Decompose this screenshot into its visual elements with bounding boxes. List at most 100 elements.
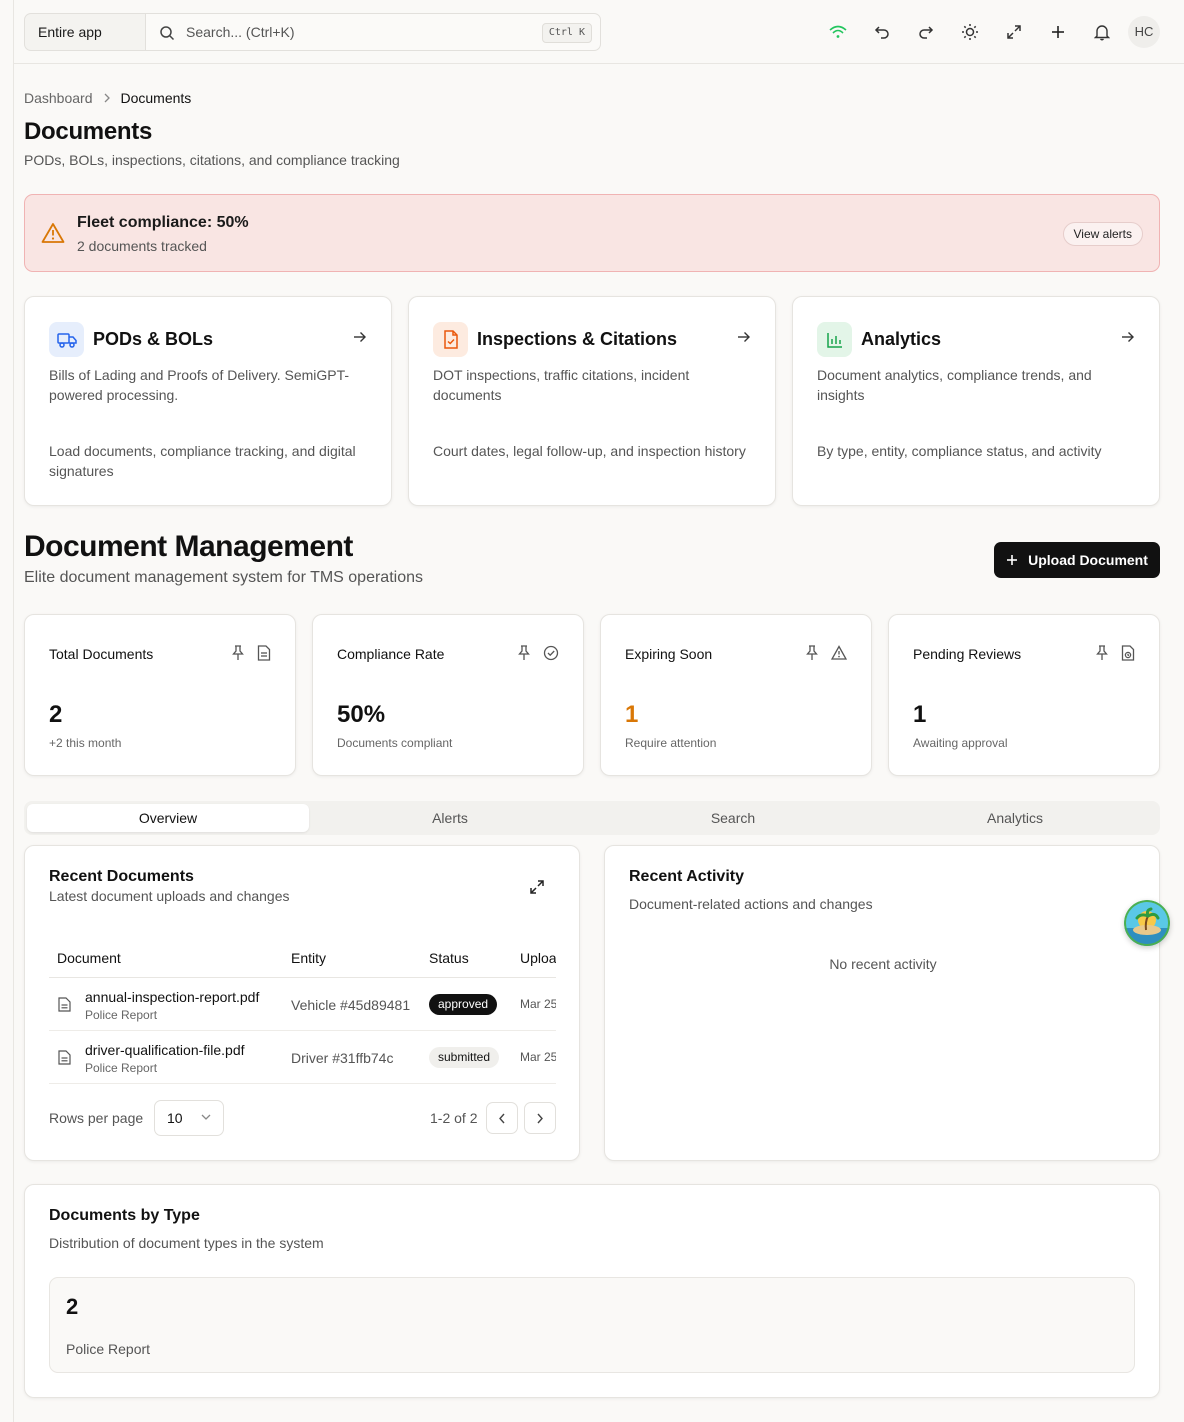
page-subtitle: PODs, BOLs, inspections, citations, and … [24,152,400,168]
plus-icon[interactable] [1046,20,1070,44]
search-shortcut: Ctrl K [541,23,592,43]
upload-document-label: Upload Document [1028,552,1148,568]
recent-documents-card: Recent Documents Latest document uploads… [24,845,580,1161]
table-row[interactable]: annual-inspection-report.pdf Police Repo… [49,978,556,1031]
tab-bar: Overview Alerts Search Analytics [24,801,1160,835]
stat-label: Pending Reviews [913,646,1022,662]
feature-detail: Court dates, legal follow-up, and inspec… [433,443,746,459]
recent-activity-card: Recent Activity Document-related actions… [604,845,1160,1161]
view-alerts-button[interactable]: View alerts [1062,222,1143,246]
file-text-icon [257,645,271,661]
tab-overview[interactable]: Overview [27,804,309,832]
status-badge: approved [429,994,498,1015]
document-type: Police Report [85,1061,158,1075]
warning-icon [41,223,65,243]
card-subtitle: Latest document uploads and changes [49,888,290,904]
check-circle-icon [543,645,559,661]
column-header-document[interactable]: Document [57,950,121,966]
next-page-button[interactable] [524,1102,556,1134]
bar-chart-icon [817,322,852,357]
pin-icon[interactable] [1095,645,1109,661]
document-entity: Driver #31ffb74c [291,1050,394,1066]
user-avatar[interactable]: HC [1128,16,1160,48]
warning-icon [831,645,847,660]
island-icon [1124,900,1170,946]
tab-search[interactable]: Search [592,804,874,832]
chevron-down-icon [201,1114,211,1120]
stat-hint: Require attention [625,736,717,750]
feature-detail: By type, entity, compliance status, and … [817,443,1102,459]
feature-card-pods-bols[interactable]: PODs & BOLs Bills of Lading and Proofs o… [24,296,392,506]
pin-icon[interactable] [231,645,245,661]
column-header-uploaded[interactable]: Uploa [520,950,556,966]
stat-label: Total Documents [49,646,154,662]
document-name[interactable]: annual-inspection-report.pdf [85,989,259,1005]
feature-title: Analytics [861,329,942,349]
feature-card-inspections[interactable]: Inspections & Citations DOT inspections,… [408,296,776,506]
file-icon [58,997,71,1012]
sun-icon[interactable] [958,20,982,44]
stat-card-compliance-rate: Compliance Rate 50% Documents compliant [312,614,584,776]
feature-title: Inspections & Citations [477,329,678,349]
feature-card-analytics[interactable]: Analytics Document analytics, compliance… [792,296,1160,506]
truck-icon [49,322,84,357]
documents-by-type-card: Documents by Type Distribution of docume… [24,1184,1160,1398]
search-input[interactable]: Search... (Ctrl+K) Ctrl K [145,13,601,51]
expand-icon[interactable] [1002,20,1026,44]
plus-icon [1007,555,1018,565]
redo-icon[interactable] [914,20,938,44]
stat-value: 1 [913,701,927,728]
breadcrumb: Dashboard Documents [24,90,191,106]
chevron-right-icon [537,1113,543,1123]
wifi-icon[interactable] [826,20,850,44]
document-entity: Vehicle #45d89481 [291,997,411,1013]
pagination: Rows per page 10 1-2 of 2 [49,1100,556,1136]
rows-per-page-label: Rows per page [49,1110,144,1126]
scope-selector[interactable]: Entire app [24,13,146,51]
stat-value: 1 [625,701,639,728]
status-badge: submitted [429,1047,500,1068]
page-range: 1-2 of 2 [430,1110,478,1126]
stat-card-pending-reviews: Pending Reviews 1 Awaiting approval [888,614,1160,776]
arrow-right-icon [1122,332,1134,342]
table-header: Document Entity Status Uploa [49,942,556,978]
file-check-icon [433,322,468,357]
stat-hint: Awaiting approval [913,736,1008,750]
upload-document-button[interactable]: Upload Document [994,542,1160,578]
search-icon [160,26,175,41]
feature-title: PODs & BOLs [93,329,214,349]
arrow-right-icon [354,332,366,342]
previous-page-button[interactable] [486,1102,518,1134]
stat-label: Expiring Soon [625,646,713,662]
document-type-count: 2 [66,1294,79,1319]
undo-icon[interactable] [870,20,894,44]
breadcrumb-dashboard[interactable]: Dashboard [24,90,93,106]
feature-detail: Load documents, compliance tracking, and… [49,443,356,479]
document-type-tile[interactable]: 2 Police Report [49,1277,1135,1373]
feature-description: Bills of Lading and Proofs of Delivery. … [49,367,350,403]
empty-state: No recent activity [829,956,937,972]
file-clock-icon [1121,645,1135,661]
document-uploaded: Mar 25 [520,997,556,1011]
pin-icon[interactable] [517,645,531,661]
feature-description: Document analytics, compliance trends, a… [817,367,1092,403]
file-icon [58,1050,71,1065]
table-row[interactable]: driver-qualification-file.pdf Police Rep… [49,1031,556,1084]
tab-alerts[interactable]: Alerts [309,804,591,832]
card-subtitle: Document-related actions and changes [629,896,873,912]
bell-icon[interactable] [1090,20,1114,44]
document-uploaded: Mar 25 [520,1050,556,1064]
column-header-status[interactable]: Status [429,950,469,966]
card-title: Recent Documents [49,868,194,885]
page-title: Documents [24,118,152,145]
document-name[interactable]: driver-qualification-file.pdf [85,1042,245,1058]
tab-analytics[interactable]: Analytics [874,804,1156,832]
pin-icon[interactable] [805,645,819,661]
chevron-left-icon [499,1113,505,1123]
card-title: Documents by Type [49,1207,200,1224]
column-header-entity[interactable]: Entity [291,950,326,966]
stat-hint: +2 this month [49,736,122,750]
assistant-avatar-button[interactable] [1124,900,1170,946]
expand-icon[interactable] [529,879,545,895]
rows-per-page-select[interactable]: 10 [154,1100,224,1136]
